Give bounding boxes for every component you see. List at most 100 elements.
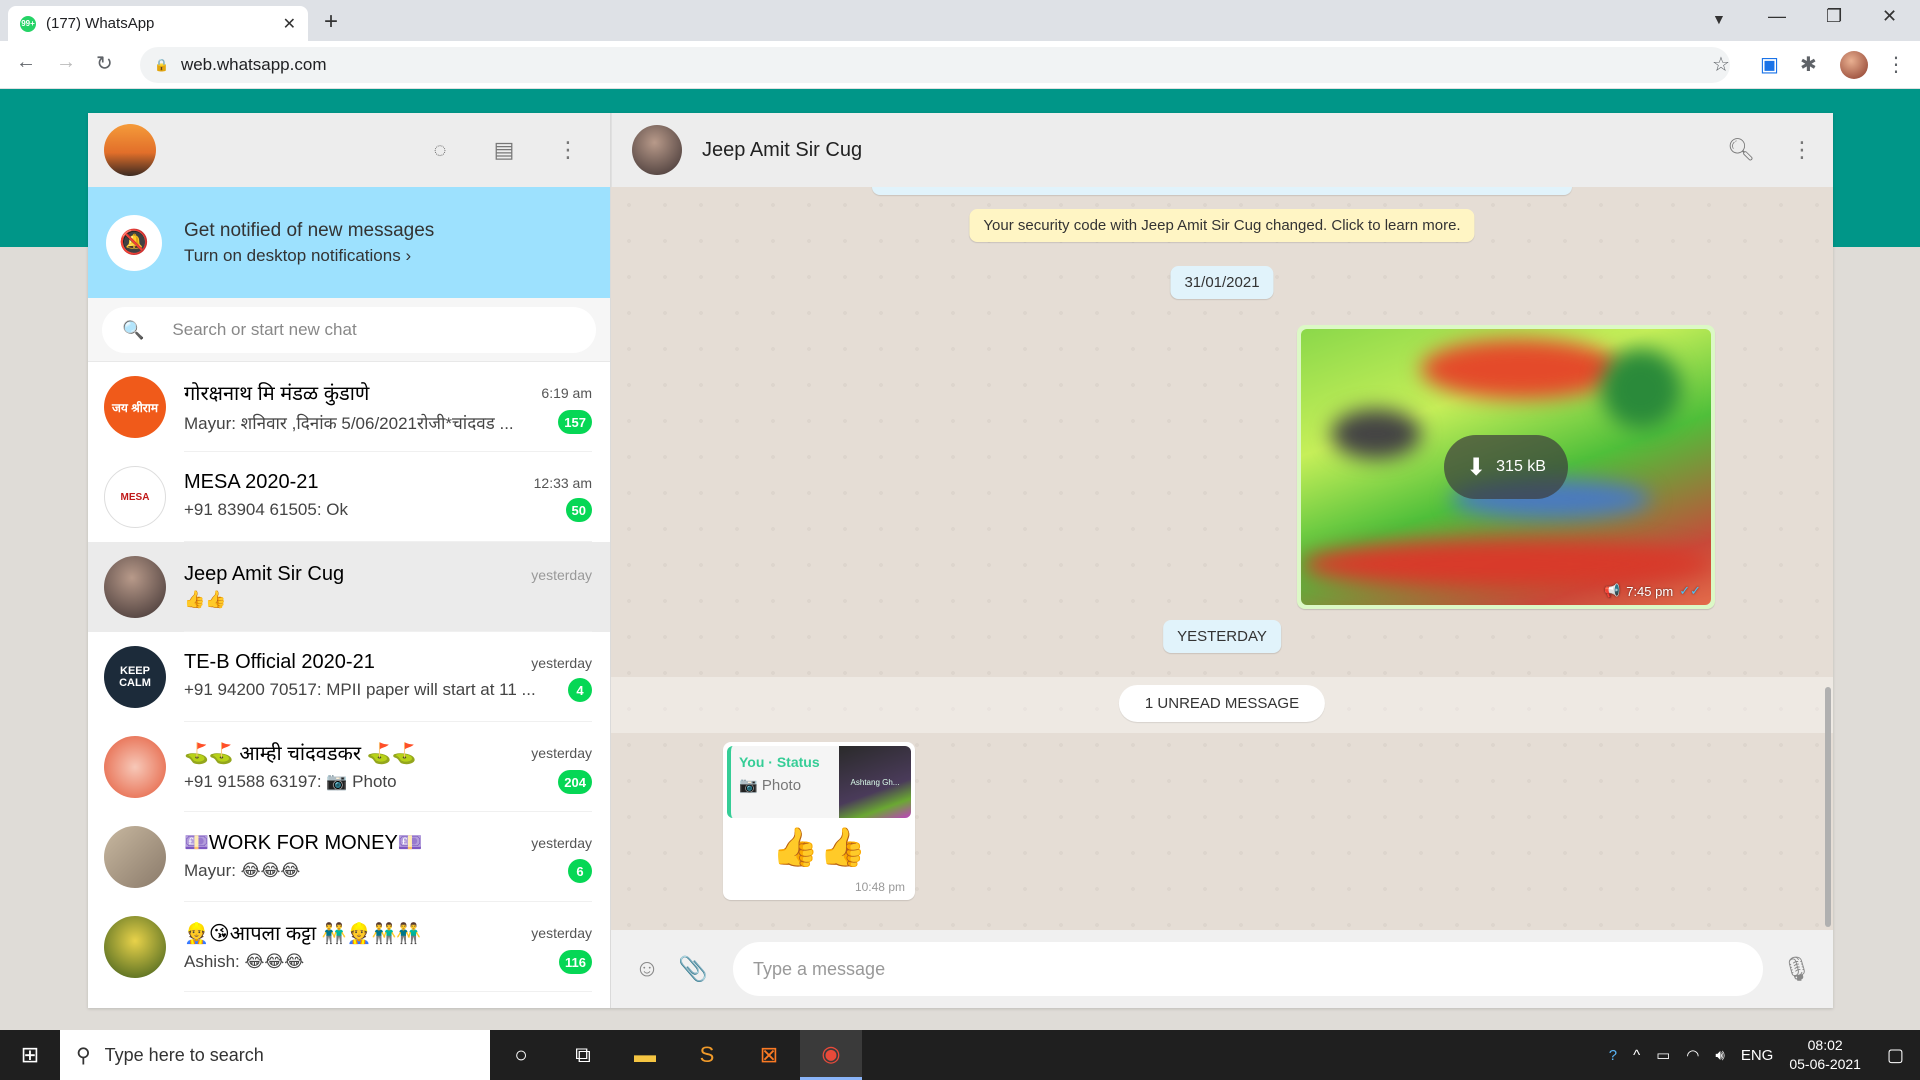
clock-date: 05-06-2021 (1789, 1056, 1861, 1072)
bookmark-star-icon[interactable]: ☆ (1712, 52, 1730, 77)
windows-start-icon[interactable]: ⊞ (0, 1030, 60, 1080)
chat-name: ⛳⛳ आम्ही चांदवडकर ⛳⛳ (184, 743, 417, 765)
window-close-icon[interactable]: ✕ (1882, 6, 1897, 27)
quoted-type: 📷 Photo (739, 777, 802, 794)
image-meta: 📢 7:45 pm ✓✓ (1604, 583, 1701, 599)
profile-avatar[interactable] (1840, 51, 1868, 79)
new-chat-icon[interactable]: ▤ (492, 137, 516, 163)
left-header: ◌ ▤ ⋮ (88, 113, 610, 187)
clock-time: 08:02 (1807, 1037, 1843, 1053)
image-message[interactable]: ⬇ 315 kB 📢 7:45 pm ✓✓ (1297, 325, 1715, 609)
chat-name: 👷😘आपला कट्टा 👬👷👬👬 (184, 923, 422, 945)
volume-icon[interactable]: 🔊︎ (1715, 1047, 1724, 1064)
minimize-icon[interactable]: — (1768, 6, 1786, 27)
xampp-icon[interactable]: ⊠ (738, 1030, 800, 1080)
bell-off-icon: 🔕 (106, 214, 162, 271)
chat-row[interactable]: जय श्रीराम गोरक्षनाथ मि मंडळ कुंडाणे 6:19… (88, 362, 610, 452)
contact-name[interactable]: Jeep Amit Sir Cug (702, 139, 862, 162)
emoji-icon[interactable]: ☺ (631, 955, 663, 983)
search-icon: ⚲ (76, 1044, 91, 1067)
browser-tabstrip: 99+ (177) WhatsApp ✕ + ▼ — ❐ ✕ (0, 0, 1920, 41)
taskbar-search[interactable]: ⚲ Type here to search (60, 1030, 490, 1080)
search-icon: 🔍 (122, 319, 145, 340)
chat-avatar: MESA (104, 466, 166, 528)
message-input[interactable] (733, 942, 1763, 996)
chat-preview: Mayur: शनिवार ,दिनांक 5/06/2021रोजी*चांद… (184, 413, 514, 433)
incoming-reply-message[interactable]: You · Status 📷 Photo Ashtang Gh... 👍👍 10… (723, 742, 915, 900)
browser-tab-whatsapp[interactable]: 99+ (177) WhatsApp ✕ (8, 6, 308, 41)
menu-icon[interactable]: ⋮ (556, 137, 580, 163)
my-profile-avatar[interactable] (104, 124, 156, 176)
chat-preview: 👍👍 (184, 590, 227, 609)
show-hidden-icons-icon[interactable]: ^ (1633, 1047, 1640, 1064)
notifications-icon[interactable]: ▢ (1887, 1045, 1904, 1066)
system-tray: ? ^ ▭ ◠ 🔊︎ ENG 08:02 05-06-2021 ▢ (1609, 1036, 1920, 1074)
message-scrollbar[interactable] (1825, 687, 1831, 927)
help-icon[interactable]: ? (1609, 1047, 1617, 1064)
chat-row-selected[interactable]: Jeep Amit Sir Cug yesterday 👍👍 (88, 542, 610, 632)
sublime-text-icon[interactable]: S (676, 1030, 738, 1080)
file-explorer-icon[interactable]: ▬ (614, 1030, 676, 1080)
battery-icon[interactable]: ▭ (1656, 1046, 1670, 1064)
partial-system-message (872, 187, 1572, 195)
close-tab-icon[interactable]: ✕ (283, 14, 296, 34)
chat-time: 6:19 am (541, 384, 592, 401)
chat-time: yesterday (531, 654, 592, 671)
chat-row[interactable]: 💷WORK FOR MONEY💷 yesterday Mayur: 😂😂😂 6 (88, 812, 610, 902)
microphone-icon[interactable]: 🎙 (1781, 955, 1813, 984)
chat-name: MESA 2020-21 (184, 471, 319, 493)
back-icon[interactable]: ← (16, 51, 36, 74)
address-bar[interactable]: 🔒 web.whatsapp.com (140, 47, 1730, 83)
unread-badge: 6 (568, 859, 592, 883)
download-arrow-icon: ⬇ (1466, 453, 1487, 481)
restore-icon[interactable]: ❐ (1826, 6, 1842, 27)
extensions-puzzle-icon[interactable]: ✱ (1800, 52, 1817, 77)
quoted-status[interactable]: You · Status 📷 Photo Ashtang Gh... (727, 746, 911, 818)
chat-row[interactable]: MESA MESA 2020-21 12:33 am +91 83904 6150… (88, 452, 610, 542)
wifi-icon[interactable]: ◠ (1686, 1046, 1699, 1064)
notification-banner[interactable]: 🔕 Get notified of new messages Turn on d… (88, 187, 610, 298)
task-view-icon[interactable]: ⧉ (552, 1030, 614, 1080)
new-tab-icon[interactable]: + (324, 8, 338, 36)
reload-icon[interactable]: ↻ (96, 51, 113, 76)
chat-name: TE-B Official 2020-21 (184, 651, 375, 673)
conversation-header[interactable]: Jeep Amit Sir Cug 🔍︎ ⋮ (611, 113, 1833, 187)
conversation-menu-icon[interactable]: ⋮ (1791, 137, 1813, 163)
cortana-icon[interactable]: ○ (490, 1030, 552, 1080)
search-box[interactable]: 🔍 (102, 307, 596, 353)
forward-icon[interactable]: → (56, 51, 76, 74)
translate-extension-icon[interactable]: ▣ (1760, 52, 1779, 77)
unread-label: 1 UNREAD MESSAGE (1118, 685, 1326, 722)
chat-row[interactable]: 👷😘आपला कट्टा 👬👷👬👬 yesterday Ashish: 😂😂😂 11… (88, 902, 610, 992)
security-notice[interactable]: Your security code with Jeep Amit Sir Cu… (969, 209, 1475, 242)
browser-toolbar: ← → ↻ 🔒 web.whatsapp.com ☆ ▣ ✱ ⋮ (0, 41, 1920, 89)
chat-time: yesterday (531, 566, 592, 583)
read-ticks-icon: ✓✓ (1679, 583, 1701, 598)
status-icon[interactable]: ◌ (428, 137, 452, 163)
chat-preview: Ashish: 😂😂😂 (184, 952, 305, 971)
tab-search-icon[interactable]: ▼ (1712, 11, 1726, 27)
message-area: Your security code with Jeep Amit Sir Cu… (611, 187, 1833, 930)
language-indicator[interactable]: ENG (1741, 1047, 1774, 1064)
date-chip: YESTERDAY (1163, 620, 1281, 653)
chrome-icon[interactable]: ◉ (800, 1030, 862, 1080)
notification-title: Get notified of new messages (184, 219, 435, 241)
clock[interactable]: 08:02 05-06-2021 (1789, 1036, 1861, 1074)
search-input[interactable] (172, 320, 576, 340)
chat-avatar: KEEP CALM (104, 646, 166, 708)
notification-link[interactable]: Turn on desktop notifications › (184, 246, 434, 266)
chat-row[interactable]: KEEP CALM TE-B Official 2020-21 yesterday… (88, 632, 610, 722)
search-messages-icon[interactable]: 🔍︎ (1727, 137, 1755, 163)
chat-preview: +91 94200 70517: MPII paper will start a… (184, 680, 536, 699)
browser-menu-icon[interactable]: ⋮ (1886, 52, 1906, 77)
download-button[interactable]: ⬇ 315 kB (1444, 435, 1568, 499)
unread-badge: 116 (559, 950, 592, 974)
chat-avatar: जय श्रीराम (104, 376, 166, 438)
attach-icon[interactable]: 📎 (677, 955, 709, 984)
quoted-author: You · Status (739, 754, 820, 770)
conversation-pane: Jeep Amit Sir Cug 🔍︎ ⋮ Your security cod… (611, 113, 1833, 1008)
lock-icon: 🔒 (154, 58, 169, 72)
chat-row[interactable]: ⛳⛳ आम्ही चांदवडकर ⛳⛳ yesterday +91 91588 … (88, 722, 610, 812)
contact-avatar[interactable] (632, 125, 682, 175)
chat-preview: +91 83904 61505: Ok (184, 500, 348, 519)
